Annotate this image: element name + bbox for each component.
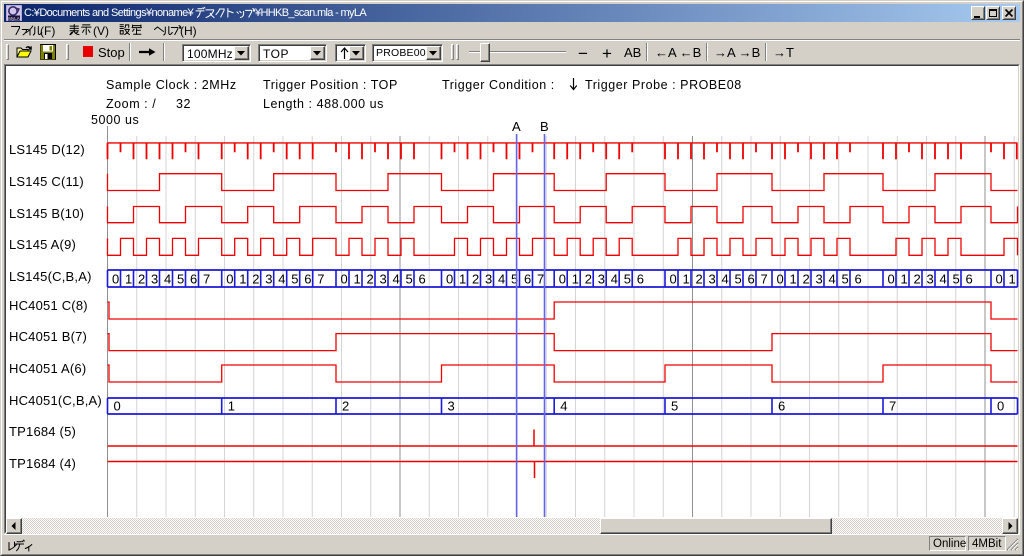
svg-text:5: 5 [671,399,678,414]
svg-text:7: 7 [203,272,210,287]
svg-text:4: 4 [829,272,836,287]
svg-text:7: 7 [537,272,544,287]
svg-text:4: 4 [498,272,505,287]
svg-text:5: 5 [624,272,631,287]
svg-text:1: 1 [1009,272,1016,287]
svg-text:4: 4 [393,272,400,287]
svg-text:6: 6 [190,272,197,287]
svg-text:1: 1 [459,272,466,287]
svg-text:3: 3 [265,272,272,287]
svg-text:2: 2 [914,272,921,287]
svg-text:3: 3 [709,272,716,287]
svg-text:4: 4 [722,272,729,287]
svg-text:2: 2 [138,272,145,287]
svg-text:1: 1 [125,272,132,287]
svg-text:7: 7 [761,272,768,287]
svg-text:1: 1 [790,272,797,287]
svg-text:2: 2 [585,272,592,287]
svg-text:0: 0 [559,272,566,287]
svg-text:4: 4 [164,272,171,287]
svg-text:5: 5 [406,272,413,287]
svg-text:2: 2 [803,272,810,287]
svg-text:3: 3 [927,272,934,287]
svg-text:2: 2 [696,272,703,287]
svg-text:5: 5 [291,272,298,287]
svg-text:3: 3 [448,399,455,414]
svg-text:7: 7 [889,399,896,414]
svg-text:1: 1 [239,272,246,287]
svg-text:4: 4 [611,272,618,287]
svg-text:6: 6 [966,272,973,287]
svg-text:4: 4 [560,399,567,414]
svg-text:6: 6 [419,272,426,287]
svg-text:4: 4 [940,272,947,287]
svg-text:0: 0 [341,272,348,287]
svg-text:1: 1 [572,272,579,287]
svg-text:6: 6 [748,272,755,287]
svg-text:3: 3 [598,272,605,287]
svg-text:5: 5 [953,272,960,287]
svg-text:4: 4 [278,272,285,287]
svg-text:6: 6 [855,272,862,287]
svg-text:0: 0 [112,272,119,287]
svg-text:2: 2 [472,272,479,287]
svg-text:6: 6 [778,399,785,414]
svg-text:1: 1 [354,272,361,287]
svg-text:0: 0 [888,272,895,287]
svg-text:0: 0 [114,399,121,414]
svg-text:5: 5 [177,272,184,287]
svg-text:2: 2 [252,272,259,287]
svg-text:0: 0 [446,272,453,287]
svg-text:3: 3 [380,272,387,287]
svg-text:0: 0 [996,272,1003,287]
svg-text:1: 1 [228,399,235,414]
svg-text:0: 0 [226,272,233,287]
svg-text:6: 6 [524,272,531,287]
svg-text:2: 2 [342,399,349,414]
svg-text:0: 0 [670,272,677,287]
svg-text:5: 5 [735,272,742,287]
svg-text:3: 3 [816,272,823,287]
svg-text:6: 6 [304,272,311,287]
svg-text:1: 1 [683,272,690,287]
svg-text:3: 3 [485,272,492,287]
svg-text:2: 2 [367,272,374,287]
svg-text:7: 7 [317,272,324,287]
svg-text:0: 0 [777,272,784,287]
svg-text:3: 3 [151,272,158,287]
svg-text:5: 5 [842,272,849,287]
svg-text:1: 1 [901,272,908,287]
svg-text:6: 6 [637,272,644,287]
svg-text:0: 0 [997,399,1004,414]
